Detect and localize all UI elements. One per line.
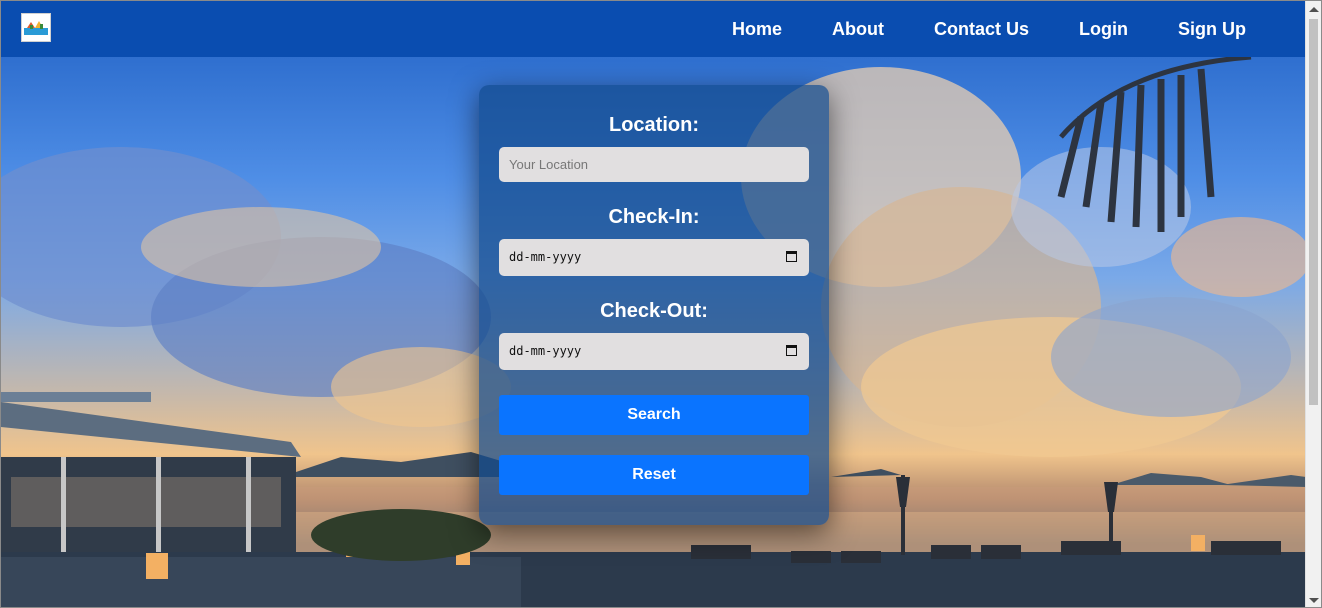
calendar-icon[interactable]	[786, 345, 797, 356]
location-placeholder: Your Location	[509, 157, 589, 172]
nav-contact-link[interactable]: Contact Us	[934, 19, 1029, 40]
nav-signup-link[interactable]: Sign Up	[1178, 19, 1246, 40]
search-button[interactable]: Search	[499, 395, 809, 435]
search-form-card: Location: Your Location Check-In: dd-mm-…	[479, 85, 829, 525]
check-in-label: Check-In:	[608, 206, 700, 228]
scroll-down-icon[interactable]	[1309, 598, 1319, 603]
vertical-scrollbar[interactable]	[1305, 1, 1321, 607]
location-input[interactable]: Your Location	[499, 147, 809, 182]
check-out-date-input[interactable]: dd-mm-yyyy	[499, 333, 809, 370]
nav-links: Home About Contact Us Login Sign Up	[682, 1, 1246, 57]
page: Home About Contact Us Login Sign Up Loca…	[0, 0, 1322, 608]
check-out-date-format: dd-mm-yyyy	[509, 344, 582, 358]
resort-logo-icon[interactable]	[21, 13, 51, 42]
calendar-icon[interactable]	[786, 251, 797, 262]
nav-home-link[interactable]: Home	[732, 19, 782, 40]
check-out-label: Check-Out:	[600, 300, 708, 322]
reset-button[interactable]: Reset	[499, 455, 809, 495]
nav-about-link[interactable]: About	[832, 19, 884, 40]
scroll-up-icon[interactable]	[1309, 7, 1319, 12]
scrollbar-thumb[interactable]	[1309, 19, 1318, 405]
navbar: Home About Contact Us Login Sign Up	[1, 1, 1306, 57]
location-label: Location:	[609, 114, 699, 136]
check-in-date-input[interactable]: dd-mm-yyyy	[499, 239, 809, 276]
check-in-date-format: dd-mm-yyyy	[509, 250, 582, 264]
nav-login-link[interactable]: Login	[1079, 19, 1128, 40]
